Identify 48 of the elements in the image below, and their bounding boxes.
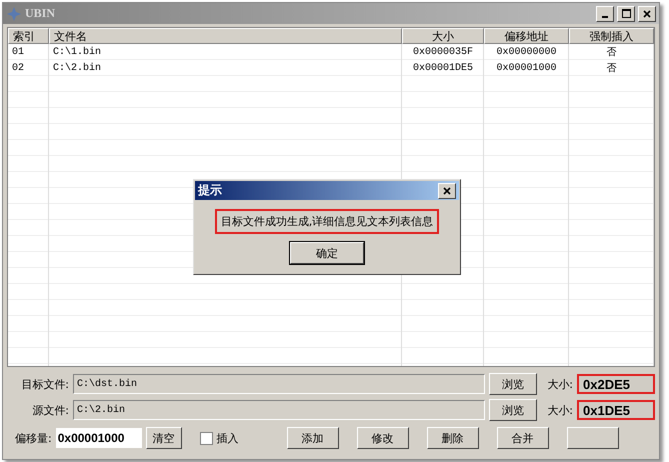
column-header[interactable]: 文件名 xyxy=(49,28,402,44)
source-field[interactable]: C:\2.bin xyxy=(73,400,485,420)
insert-checkbox[interactable] xyxy=(200,432,213,444)
action-button[interactable]: 修改 xyxy=(356,427,409,449)
close-icon xyxy=(443,186,451,194)
column-header[interactable]: 索引 xyxy=(8,28,49,44)
table-cell-text: 否 xyxy=(606,62,618,76)
browse-button[interactable]: 浏览 xyxy=(489,399,537,421)
target-label: 目标文件: xyxy=(20,376,69,392)
clear-button[interactable]: 清空 xyxy=(146,427,182,449)
offset-label: 偏移量: xyxy=(15,430,52,446)
action-button[interactable]: 删除 xyxy=(426,427,479,449)
size-label: 大小: xyxy=(546,402,573,418)
size-value: 0x2DE5 xyxy=(577,374,655,394)
column-header[interactable]: 强制插入 xyxy=(569,28,654,44)
dialog-title: 提示 xyxy=(198,182,223,199)
ok-button[interactable]: 确定 xyxy=(290,242,364,264)
table-cell-text: 01 xyxy=(11,46,26,60)
action-button[interactable]: 合并 xyxy=(496,427,549,449)
offset-field[interactable]: 0x00001000 xyxy=(56,428,142,448)
blank-button[interactable] xyxy=(566,427,619,449)
column-header[interactable]: 偏移地址 xyxy=(484,28,569,44)
insert-label: 插入 xyxy=(216,430,239,446)
dialog-message: 目标文件成功生成,详细信息见文本列表信息 xyxy=(214,209,440,234)
size-value: 0x1DE5 xyxy=(577,400,655,420)
table-cell-text: 否 xyxy=(606,46,618,60)
table-cell-text: 02 xyxy=(11,62,26,76)
table-cell-text: 0x0000035F xyxy=(412,46,474,60)
target-field[interactable]: C:\dst.bin xyxy=(73,374,485,394)
table-cell-text: C:\2.bin xyxy=(52,62,102,76)
table-cell-text: 0x00001DE5 xyxy=(412,62,474,76)
app-icon xyxy=(6,6,22,22)
column-header[interactable]: 大小 xyxy=(402,28,484,44)
close-button[interactable] xyxy=(638,6,656,22)
table-cell-text: 0x00000000 xyxy=(495,46,558,60)
minimize-icon xyxy=(602,16,608,18)
minimize-button[interactable] xyxy=(596,6,614,22)
window-title: UBIN xyxy=(25,6,56,21)
action-button[interactable]: 添加 xyxy=(286,427,339,449)
size-label: 大小: xyxy=(546,376,573,392)
table-cell-text: 0x00001000 xyxy=(495,62,558,76)
close-icon xyxy=(643,10,651,18)
maximize-icon xyxy=(622,9,630,18)
browse-button[interactable]: 浏览 xyxy=(489,373,537,395)
dialog-close-button[interactable] xyxy=(438,182,456,198)
source-label: 源文件: xyxy=(31,402,69,418)
table-cell-text: C:\1.bin xyxy=(52,46,102,60)
maximize-button[interactable] xyxy=(617,6,635,22)
